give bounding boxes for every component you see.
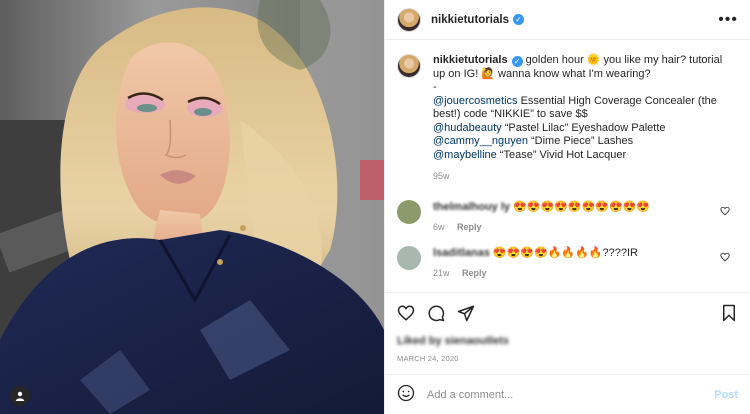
post-header: nikkietutorials ✓ •••	[385, 0, 750, 40]
verified-badge-icon: ✓	[511, 56, 523, 67]
instagram-post: nikkietutorials ✓ ••• nikkietutorials ✓ g…	[0, 0, 750, 414]
caption-item-text: “Pastel Lilac” Eyeshadow Palette	[501, 121, 666, 134]
comment-avatar[interactable]	[397, 199, 421, 224]
likes-summary[interactable]: Liked by sienaoutlets	[385, 332, 750, 350]
comment-text: thelmalhouy ly 😍😍😍😍😍😍😍😍😍😍	[433, 200, 650, 214]
caption: nikkietutorials ✓ golden hour 🌞 you like …	[397, 54, 738, 184]
comment-heart-icon[interactable]	[720, 252, 730, 262]
post-comment-button[interactable]: Post	[714, 389, 738, 401]
reply-button[interactable]: Reply	[457, 222, 482, 232]
mention-link[interactable]: @hudabeauty	[433, 122, 502, 134]
comment-heart-icon[interactable]	[720, 206, 730, 216]
heart-icon[interactable]	[397, 304, 415, 322]
post-side-panel: nikkietutorials ✓ ••• nikkietutorials ✓ g…	[384, 0, 750, 414]
comments-area[interactable]: nikkietutorials ✓ golden hour 🌞 you like …	[385, 40, 750, 292]
comment-username[interactable]: lsaditlanas	[433, 246, 490, 260]
bookmark-icon[interactable]	[720, 304, 738, 322]
add-comment-input[interactable]: Add a comment...	[427, 389, 714, 401]
reply-button[interactable]: Reply	[462, 268, 487, 278]
comment-icon[interactable]	[427, 304, 445, 322]
comment-body: 😍😍😍😍😍😍😍😍😍😍	[513, 200, 651, 213]
post-date: MARCH 24, 2020	[397, 354, 459, 363]
caption-item-text: “Dime Piece” Lashes	[527, 135, 634, 147]
mention-link[interactable]: @cammy__nguyen	[433, 135, 528, 147]
verified-badge-icon: ✓	[512, 14, 524, 25]
mention-link[interactable]: @maybelline	[433, 149, 497, 161]
comment-item: thelmalhouy ly 😍😍😍😍😍😍😍😍😍😍 6w Reply	[397, 199, 738, 232]
comment-item: lsaditlanas 😍😍😍😍🔥🔥🔥🔥????IR 21w Reply	[397, 245, 738, 278]
comment-avatar[interactable]	[397, 245, 421, 270]
comment-body: 😍😍😍😍🔥🔥🔥🔥????IR	[492, 246, 638, 259]
comment-username[interactable]: thelmalhouy ly	[433, 200, 510, 214]
post-photo[interactable]	[0, 0, 384, 414]
emoji-icon[interactable]	[397, 384, 415, 405]
caption-age: 95w	[433, 171, 450, 181]
likes-text: Liked by sienaoutlets	[397, 335, 509, 347]
comment-meta: 21w Reply	[433, 268, 638, 278]
caption-username[interactable]: nikkietutorials	[433, 54, 508, 66]
add-comment-bar: Add a comment... Post	[385, 374, 750, 414]
author-username[interactable]: nikkietutorials	[431, 14, 509, 26]
user-tag-icon[interactable]	[10, 386, 30, 406]
comment-age: 21w	[433, 267, 450, 278]
author-avatar[interactable]	[397, 7, 421, 32]
portrait-image	[0, 0, 384, 414]
comment-age: 6w	[433, 221, 445, 232]
action-bar	[385, 292, 750, 332]
comment-meta: 6w Reply	[433, 222, 650, 232]
caption-item-text: “Tease” Vivid Hot Lacquer	[496, 148, 627, 161]
more-options-icon[interactable]: •••	[718, 11, 738, 29]
mention-link[interactable]: @jouercosmetics	[433, 95, 518, 107]
comment-text: lsaditlanas 😍😍😍😍🔥🔥🔥🔥????IR	[433, 246, 638, 260]
share-icon[interactable]	[457, 304, 475, 322]
caption-dash: -	[433, 81, 437, 93]
caption-avatar[interactable]	[397, 54, 421, 78]
caption-text: nikkietutorials ✓ golden hour 🌞 you like …	[433, 54, 733, 184]
